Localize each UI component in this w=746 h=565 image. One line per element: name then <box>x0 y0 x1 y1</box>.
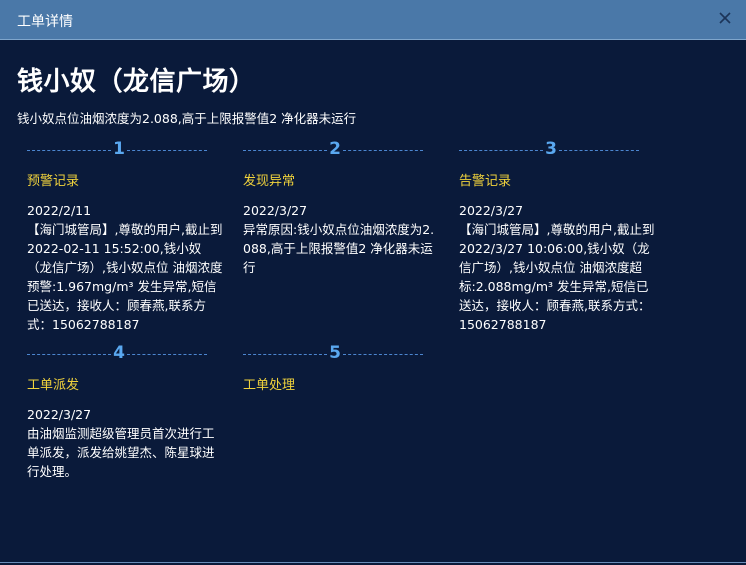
dialog-titlebar: 工单详情 <box>0 0 746 40</box>
step-body: 异常原因:钱小奴点位油烟浓度为2.088,高于上限报警值2 净化器未运行 <box>243 222 435 275</box>
step-connector: 2 <box>243 139 423 161</box>
step-date: 2022/2/11 <box>27 203 92 218</box>
step-connector: 5 <box>243 343 423 365</box>
step-body: 【海门城管局】,尊敬的用户,截止到2022-02-11 15:52:00,钱小奴… <box>27 222 223 332</box>
step-name: 告警记录 <box>459 174 512 189</box>
step-date: 2022/3/27 <box>27 407 92 422</box>
timeline-step-4: 4 工单派发 2022/3/27 由油烟监测超级管理员首次进行工单派发，派发给姚… <box>27 343 227 481</box>
step-connector: 1 <box>27 139 207 161</box>
step-name: 工单派发 <box>27 378 80 393</box>
step-date: 2022/3/27 <box>243 203 308 218</box>
timeline-step-3: 3 告警记录 2022/3/27 【海门城管局】,尊敬的用户,截止到2022/3… <box>459 139 659 334</box>
step-number: 3 <box>545 139 557 159</box>
dialog-title: 工单详情 <box>17 14 73 30</box>
step-number: 5 <box>329 343 341 363</box>
page-subtitle: 钱小奴点位油烟浓度为2.088,高于上限报警值2 净化器未运行 <box>17 111 357 126</box>
timeline-step-1: 1 预警记录 2022/2/11 【海门城管局】,尊敬的用户,截止到2022-0… <box>27 139 227 334</box>
work-order-dialog: 工单详情 钱小奴（龙信广场） 钱小奴点位油烟浓度为2.088,高于上限报警值2 … <box>0 0 746 565</box>
step-connector: 3 <box>459 139 639 161</box>
step-name: 工单处理 <box>243 378 296 393</box>
step-name: 预警记录 <box>27 174 80 189</box>
page-title: 钱小奴（龙信广场） <box>17 67 256 97</box>
close-icon[interactable] <box>716 9 734 27</box>
timeline-step-5: 5 工单处理 <box>243 343 443 405</box>
step-body: 【海门城管局】,尊敬的用户,截止到2022/3/27 10:06:00,钱小奴（… <box>459 222 655 332</box>
step-number: 1 <box>113 139 125 159</box>
step-date: 2022/3/27 <box>459 203 524 218</box>
step-number: 4 <box>113 343 125 363</box>
step-number: 2 <box>329 139 341 159</box>
step-name: 发现异常 <box>243 174 296 189</box>
timeline-step-2: 2 发现异常 2022/3/27 异常原因:钱小奴点位油烟浓度为2.088,高于… <box>243 139 443 277</box>
step-connector: 4 <box>27 343 207 365</box>
step-body: 由油烟监测超级管理员首次进行工单派发，派发给姚望杰、陈星球进行处理。 <box>27 426 215 479</box>
dialog-bottom-border <box>0 562 746 563</box>
